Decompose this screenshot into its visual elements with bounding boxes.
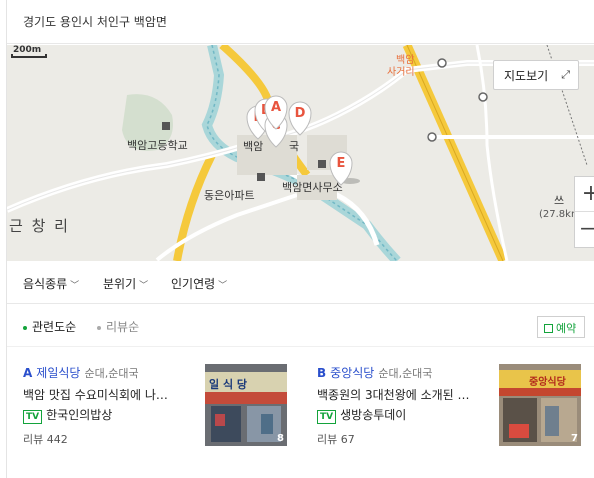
result-tv-label: 생방송투데이 [340, 408, 407, 422]
result-thumbnail[interactable]: 일 식 당 8 [205, 364, 287, 446]
result-title[interactable]: A 제일식당 순대,순대국 [23, 364, 139, 381]
filter-mood-label: 분위기 [103, 277, 137, 291]
result-name[interactable]: 제일식당 [36, 366, 80, 380]
place-panel: 경기도 용인시 처인구 백암면 200m 백암고등학교 백암 사거리 동은아파트… [6, 0, 594, 478]
tv-icon: TV [317, 410, 337, 424]
reserve-button[interactable]: 예약 [537, 316, 585, 338]
result-card[interactable]: A 제일식당 순대,순대국 백암 맛집 수요미식회에 나… TV 한국인의밥상 리뷰 … [7, 360, 301, 460]
marker-e[interactable]: E [329, 151, 353, 186]
tv-icon: TV [23, 410, 43, 424]
result-tv: TV 생방송투데이 [317, 406, 406, 424]
result-letter: A [23, 366, 33, 380]
result-description[interactable]: 백암 맛집 수요미식회에 나… [23, 386, 183, 403]
location-text: 경기도 용인시 처인구 백암면 [23, 15, 167, 29]
result-category: 순대,순대국 [84, 367, 139, 380]
storefront-sign: 중앙식당 [529, 377, 566, 388]
zoom-control: + — [574, 176, 594, 248]
filter-food-type[interactable]: 음식종류 ﹀ [23, 275, 79, 292]
calendar-icon [544, 324, 553, 333]
marker-a-label: A [271, 100, 281, 115]
sort-reviews[interactable]: 리뷰순 [97, 318, 139, 335]
reserve-label: 예약 [556, 322, 577, 335]
active-dot-icon [23, 325, 27, 330]
result-description[interactable]: 백종원의 3대천왕에 소개된 … [317, 386, 477, 403]
photo-count: 8 [277, 433, 284, 444]
storefront-sign: 일 식 당 [209, 378, 248, 391]
sort-bar: 관련도순 리뷰순 예약 [7, 305, 594, 347]
marker-d[interactable]: D [288, 101, 312, 136]
result-tv-label: 한국인의밥상 [46, 408, 113, 422]
filter-mood[interactable]: 분위기 ﹀ [103, 275, 148, 292]
sort-relevance-label: 관련도순 [32, 320, 77, 334]
sort-relevance[interactable]: 관련도순 [23, 318, 76, 335]
chevron-down-icon: ﹀ [70, 281, 80, 291]
map-view-label: 지도보기 [504, 69, 549, 83]
marker-e-label: E [337, 156, 346, 171]
zoom-in-button[interactable]: + [575, 177, 594, 212]
marker-d-label: D [295, 106, 306, 121]
filter-food-type-label: 음식종류 [23, 277, 68, 291]
result-card[interactable]: B 중앙식당 순대,순대국 백종원의 3대천왕에 소개된 … TV 생방송투데이 리뷰… [301, 360, 594, 460]
result-tv: TV 한국인의밥상 [23, 406, 112, 424]
chevron-down-icon: ﹀ [218, 281, 228, 291]
expand-icon: ⤢ [561, 68, 570, 81]
inactive-dot-icon [97, 325, 101, 330]
chevron-down-icon: ﹀ [139, 281, 149, 291]
result-thumbnail[interactable]: 중앙식당 7 [499, 364, 581, 446]
result-letter: B [317, 366, 327, 380]
zoom-out-button[interactable]: — [575, 212, 594, 247]
filter-age-label: 인기연령 [171, 277, 216, 291]
result-review-count[interactable]: 리뷰 67 [317, 431, 355, 447]
location-bar: 경기도 용인시 처인구 백암면 [7, 0, 594, 44]
result-review-count[interactable]: 리뷰 442 [23, 431, 68, 447]
filter-age[interactable]: 인기연령 ﹀ [171, 275, 227, 292]
map-view-button[interactable]: 지도보기 ⤢ [493, 60, 579, 90]
sort-reviews-label: 리뷰순 [106, 320, 140, 334]
result-title[interactable]: B 중앙식당 순대,순대국 [317, 364, 432, 381]
photo-count: 7 [571, 433, 578, 444]
result-name[interactable]: 중앙식당 [330, 366, 374, 380]
map-area[interactable]: 200m 백암고등학교 백암 사거리 동은아파트 백암면사무소 백암 국 근 창… [7, 45, 594, 261]
result-category: 순대,순대국 [378, 367, 433, 380]
filter-bar: 음식종류 ﹀ 분위기 ﹀ 인기연령 ﹀ [7, 262, 594, 304]
